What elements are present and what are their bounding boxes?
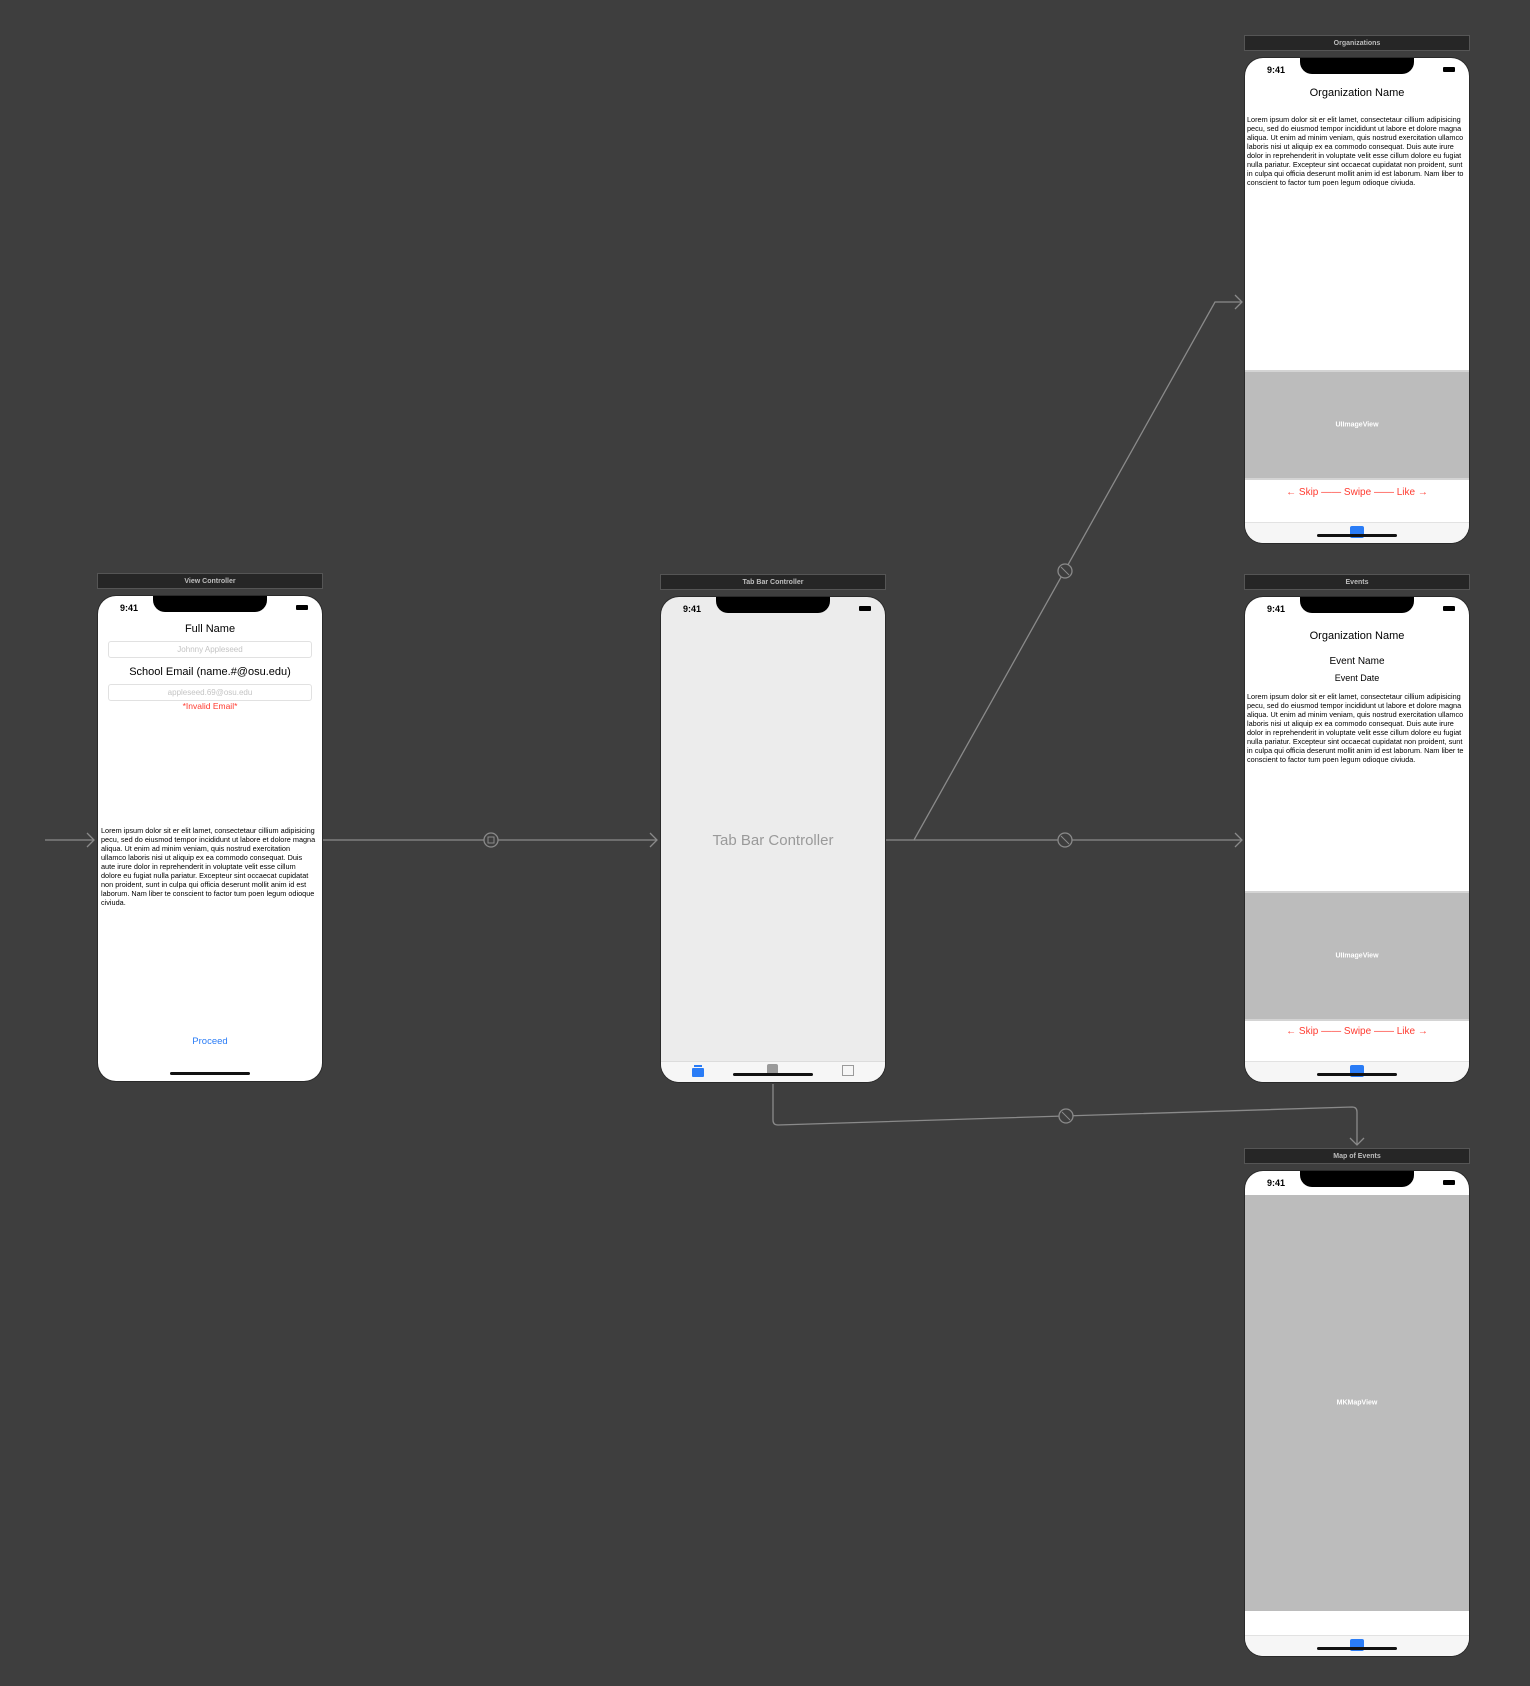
organization-image[interactable]: UIImageView [1245, 370, 1469, 480]
tab-cards-icon[interactable] [692, 1065, 704, 1077]
map-view-label: MKMapView [1336, 1399, 1378, 1407]
segue-present-icon [483, 832, 499, 848]
tab-bar [1245, 1635, 1469, 1656]
device-notch [1300, 597, 1414, 613]
status-time: 9:41 [1267, 604, 1286, 614]
device-notch [1300, 58, 1414, 74]
home-indicator [1317, 1073, 1397, 1076]
tab-bar-controller-scene[interactable]: 9:41 Tab Bar Controller [661, 597, 885, 1082]
scene-title-events[interactable]: Events [1244, 574, 1470, 590]
status-time: 9:41 [120, 603, 139, 613]
device-notch [153, 596, 267, 612]
battery-icon [1443, 1180, 1455, 1185]
map-of-events-scene[interactable]: 9:41 MKMapView [1245, 1171, 1469, 1656]
tab-map-icon[interactable] [842, 1065, 854, 1076]
scene-title-organizations[interactable]: Organizations [1244, 35, 1470, 51]
event-name: Event Name [1329, 656, 1385, 667]
tab-bar-controller-label: Tab Bar Controller [712, 832, 834, 849]
scene-title-view-controller[interactable]: View Controller [97, 573, 323, 589]
email-label: School Email (name.#@osu.edu) [129, 666, 291, 678]
device-notch [716, 597, 830, 613]
invalid-email-error: *Invalid Email* [182, 701, 238, 711]
tab-bar [661, 1061, 885, 1082]
status-time: 9:41 [1267, 65, 1286, 75]
swipe-hint: ← Skip —— Swipe —— Like → [1286, 1026, 1428, 1037]
battery-icon [859, 606, 871, 611]
scene-title-tab-bar-controller[interactable]: Tab Bar Controller [660, 574, 886, 590]
proceed-button[interactable]: Proceed [98, 1036, 322, 1047]
full-name-field[interactable]: Johnny Appleseed [108, 641, 312, 658]
device-notch [1300, 1171, 1414, 1187]
event-description: Lorem ipsum dolor sit er elit lamet, con… [1247, 692, 1464, 764]
event-date: Event Date [1334, 673, 1380, 683]
home-indicator [733, 1073, 813, 1076]
image-view-label: UIImageView [1335, 421, 1379, 429]
email-field[interactable]: appleseed.69@osu.edu [108, 684, 312, 701]
organization-name: Organization Name [1309, 630, 1405, 642]
tab-bar [1245, 1061, 1469, 1082]
event-image[interactable]: UIImageView [1245, 891, 1469, 1021]
events-scene[interactable]: 9:41 Organization Name Event Name Event … [1245, 597, 1469, 1082]
full-name-label: Full Name [184, 623, 236, 635]
organization-name: Organization Name [1309, 87, 1405, 99]
home-indicator [170, 1072, 250, 1075]
body-text: Lorem ipsum dolor sit er elit lamet, con… [101, 826, 316, 907]
battery-icon [296, 605, 308, 610]
status-time: 9:41 [683, 604, 702, 614]
battery-icon [1443, 606, 1455, 611]
status-time: 9:41 [1267, 1178, 1286, 1188]
swipe-hint: ← Skip —— Swipe —— Like → [1286, 487, 1428, 498]
view-controller-scene[interactable]: 9:41 Full Name Johnny Appleseed School E… [98, 596, 322, 1081]
organizations-scene[interactable]: 9:41 Organization Name Lorem ipsum dolor… [1245, 58, 1469, 543]
tab-bar [1245, 522, 1469, 543]
scene-title-map-of-events[interactable]: Map of Events [1244, 1148, 1470, 1164]
image-view-label: UIImageView [1335, 952, 1379, 960]
home-indicator [1317, 534, 1397, 537]
home-indicator [1317, 1647, 1397, 1650]
organization-description: Lorem ipsum dolor sit er elit lamet, con… [1247, 115, 1464, 187]
map-view[interactable]: MKMapView [1245, 1195, 1469, 1611]
battery-icon [1443, 67, 1455, 72]
